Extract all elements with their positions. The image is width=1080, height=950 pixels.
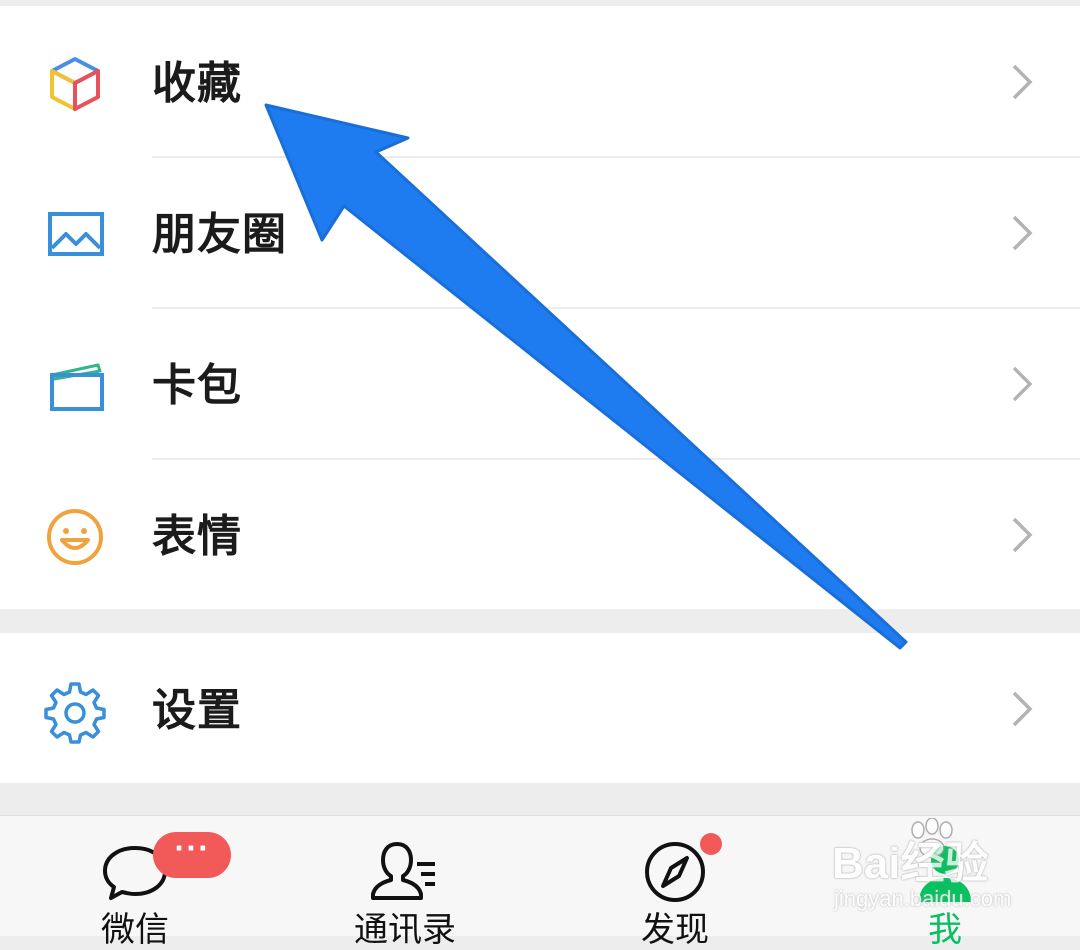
unread-more-badge: ··· [153, 832, 231, 878]
unread-more-badge-text: ··· [174, 834, 210, 864]
menu-row-cards[interactable]: 卡包 [0, 308, 1080, 458]
chevron-right-icon [1010, 515, 1036, 555]
menu-label-favorites: 收藏 [152, 58, 242, 109]
menu-row-favorites[interactable]: 收藏 [0, 6, 1080, 156]
watermark-brand: Bai经验 [832, 839, 989, 888]
tab-contacts[interactable]: 通讯录 [270, 816, 540, 950]
menu-group-settings: 设置 [0, 633, 1080, 783]
moments-picture-icon [42, 202, 108, 268]
tab-label-chats: 微信 [101, 910, 169, 950]
discover-new-dot [700, 833, 722, 855]
card-wallet-icon [42, 353, 108, 419]
tab-discover[interactable]: 发现 [540, 816, 810, 950]
sticker-smiley-icon [42, 504, 108, 570]
favorites-cube-icon [42, 51, 108, 117]
menu-group-main: 收藏 朋友圈 卡包 表情 [0, 6, 1080, 609]
menu-row-moments[interactable]: 朋友圈 [0, 157, 1080, 307]
menu-label-moments: 朋友圈 [152, 209, 287, 260]
menu-label-stickers: 表情 [152, 511, 242, 562]
tab-label-discover: 发现 [641, 910, 709, 950]
chevron-right-icon [1010, 689, 1036, 729]
menu-label-settings: 设置 [152, 685, 242, 736]
menu-row-settings[interactable]: 设置 [0, 633, 1080, 783]
chevron-right-icon [1010, 364, 1036, 404]
menu-label-cards: 卡包 [152, 360, 242, 411]
chevron-right-icon [1010, 213, 1036, 253]
chevron-right-icon [1010, 62, 1036, 102]
menu-row-stickers[interactable]: 表情 [0, 459, 1080, 609]
contacts-icon [367, 834, 443, 910]
watermark-url: jingyan.baidu.com [834, 886, 1012, 911]
tab-label-contacts: 通讯录 [354, 910, 456, 950]
baidu-jingyan-watermark: Bai经验 jingyan.baidu.com [828, 818, 1068, 918]
tab-chats[interactable]: ··· 微信 [0, 816, 270, 950]
settings-gear-icon [42, 678, 108, 744]
